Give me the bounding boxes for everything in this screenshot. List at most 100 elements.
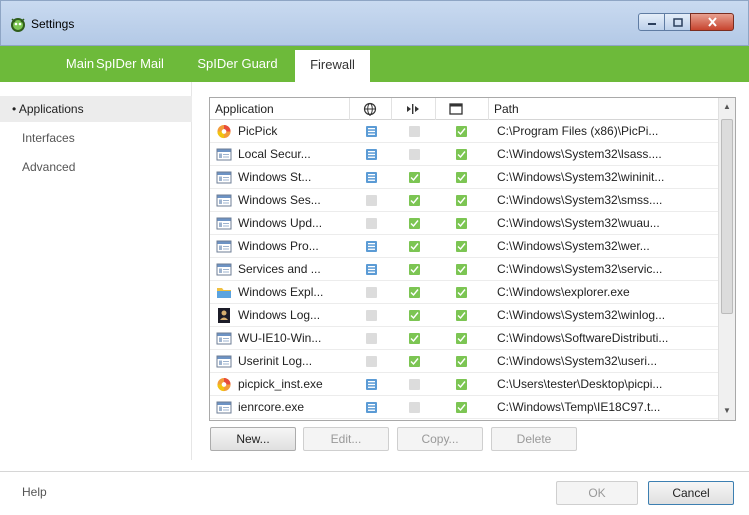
connection-checkbox[interactable] (409, 149, 420, 160)
application-path: C:\Windows\Temp\IE18C97.t... (497, 400, 661, 414)
column-header-window[interactable] (436, 98, 489, 120)
sidebar: • Applications Interfaces Advanced (0, 82, 192, 460)
maximize-button[interactable] (664, 13, 691, 31)
window-checkbox[interactable] (456, 126, 467, 137)
window-controls (638, 13, 734, 31)
network-access-checkbox[interactable] (366, 195, 377, 206)
connection-checkbox[interactable] (409, 218, 420, 229)
ok-button[interactable]: OK (556, 481, 638, 505)
explorer-folder-icon (216, 285, 232, 300)
table-row[interactable]: Windows Expl... C:\Windows\explorer.exe (210, 281, 720, 304)
window-checkbox[interactable] (456, 333, 467, 344)
table-row[interactable]: Userinit Log... C:\Windows\System32\useri… (210, 350, 720, 373)
globe-icon (363, 102, 377, 116)
edit-button[interactable]: Edit... (303, 427, 389, 451)
sidebar-item-interfaces[interactable]: Interfaces (0, 125, 192, 151)
connection-checkbox[interactable] (409, 379, 420, 390)
sidebar-item-advanced[interactable]: Advanced (0, 154, 192, 180)
table-row[interactable]: Windows St... C:\Windows\System32\wininit… (210, 166, 720, 189)
network-access-checkbox[interactable] (366, 218, 377, 229)
app-window-icon (216, 262, 232, 277)
network-access-checkbox[interactable] (366, 310, 377, 321)
window-checkbox[interactable] (456, 379, 467, 390)
app-window-icon (216, 216, 232, 231)
connection-checkbox[interactable] (409, 310, 420, 321)
connection-checkbox[interactable] (409, 126, 420, 137)
network-access-checkbox[interactable] (366, 241, 377, 252)
connection-checkbox[interactable] (409, 195, 420, 206)
application-path: C:\Windows\System32\useri... (497, 354, 658, 368)
application-name: Windows Ses... (238, 193, 321, 207)
table-row[interactable]: PicPick C:\Program Files (x86)\PicPi... (210, 120, 720, 143)
title-bar: Settings (0, 0, 749, 46)
app-window-icon (216, 354, 232, 369)
connection-checkbox[interactable] (409, 356, 420, 367)
application-path: C:\Windows\System32\servic... (497, 262, 663, 276)
window-checkbox[interactable] (456, 241, 467, 252)
table-row[interactable]: Services and ... C:\Windows\System32\serv… (210, 258, 720, 281)
connection-checkbox[interactable] (409, 264, 420, 275)
network-access-checkbox[interactable] (366, 149, 377, 160)
window-checkbox[interactable] (456, 149, 467, 160)
scroll-down-icon[interactable]: ▼ (723, 406, 731, 415)
window-checkbox[interactable] (456, 218, 467, 229)
close-button[interactable] (690, 13, 734, 31)
column-header-connection[interactable] (392, 98, 436, 120)
table-row[interactable]: WU-IE10-Win... C:\Windows\SoftwareDistrib… (210, 327, 720, 350)
table-row[interactable]: Local Secur... C:\Windows\System32\lsass.… (210, 143, 720, 166)
network-access-checkbox[interactable] (366, 172, 377, 183)
table-scrollbar[interactable]: ▲ ▼ (718, 98, 735, 420)
network-access-checkbox[interactable] (366, 333, 377, 344)
tab-spider-mail[interactable]: SpIDer Mail (80, 46, 180, 82)
table-row[interactable]: picpick_inst.exe C:\Users\tester\Desktop\… (210, 373, 720, 396)
connection-checkbox[interactable] (409, 333, 420, 344)
application-name: PicPick (238, 124, 278, 138)
application-path: C:\Windows\System32\smss.... (497, 193, 663, 207)
copy-button[interactable]: Copy... (397, 427, 483, 451)
dialog-footer: Help OK Cancel (0, 471, 749, 515)
window-checkbox[interactable] (456, 172, 467, 183)
window-checkbox[interactable] (456, 310, 467, 321)
connection-checkbox[interactable] (409, 172, 420, 183)
column-header-network[interactable] (350, 98, 392, 120)
cancel-button[interactable]: Cancel (648, 481, 734, 505)
table-row[interactable]: ienrcore.exe C:\Windows\Temp\IE18C97.t... (210, 396, 720, 419)
tab-firewall[interactable]: Firewall (295, 50, 370, 82)
network-access-checkbox[interactable] (366, 402, 377, 413)
table-row[interactable]: Windows Ses... C:\Windows\System32\smss..… (210, 189, 720, 212)
new-button[interactable]: New... (210, 427, 296, 451)
application-name: Windows Expl... (238, 285, 324, 299)
scroll-up-icon[interactable]: ▲ (723, 102, 731, 111)
network-access-checkbox[interactable] (366, 126, 377, 137)
application-name: Services and ... (238, 262, 321, 276)
connection-checkbox[interactable] (409, 287, 420, 298)
delete-button[interactable]: Delete (491, 427, 577, 451)
picpick-icon (216, 377, 232, 392)
network-access-checkbox[interactable] (366, 356, 377, 367)
window-checkbox[interactable] (456, 264, 467, 275)
application-path: C:\Windows\SoftwareDistributi... (497, 331, 669, 345)
table-row[interactable]: Windows Log... C:\Windows\System32\winlog… (210, 304, 720, 327)
window-checkbox[interactable] (456, 195, 467, 206)
close-icon (707, 17, 717, 27)
minimize-button[interactable] (638, 13, 665, 31)
application-name: Windows Log... (238, 308, 321, 322)
window-checkbox[interactable] (456, 402, 467, 413)
network-access-checkbox[interactable] (366, 264, 377, 275)
connection-checkbox[interactable] (409, 402, 420, 413)
column-header-path[interactable]: Path (489, 98, 720, 120)
scrollbar-thumb[interactable] (721, 119, 733, 314)
application-path: C:\Program Files (x86)\PicPi... (497, 124, 659, 138)
table-row[interactable]: Windows Pro... C:\Windows\System32\wer... (210, 235, 720, 258)
sidebar-item-applications[interactable]: • Applications (0, 96, 192, 122)
network-access-checkbox[interactable] (366, 287, 377, 298)
window-checkbox[interactable] (456, 356, 467, 367)
connection-checkbox[interactable] (409, 241, 420, 252)
network-access-checkbox[interactable] (366, 379, 377, 390)
help-link[interactable]: Help (22, 485, 47, 499)
tab-spider-guard[interactable]: SpIDer Guard (185, 46, 290, 82)
table-row[interactable]: Windows Upd... C:\Windows\System32\wuau..… (210, 212, 720, 235)
column-header-application[interactable]: Application (210, 98, 350, 120)
window-checkbox[interactable] (456, 287, 467, 298)
applications-table[interactable]: Application Path PicPick C:\Program File… (209, 97, 736, 421)
